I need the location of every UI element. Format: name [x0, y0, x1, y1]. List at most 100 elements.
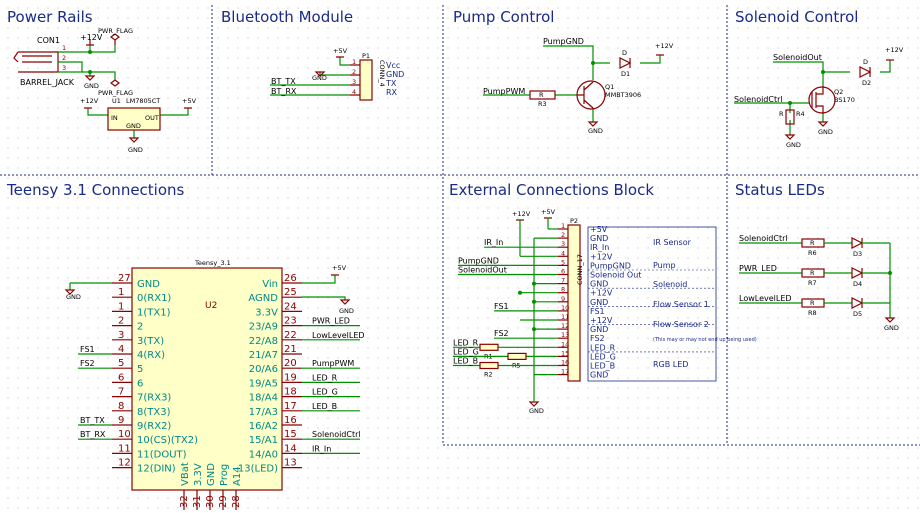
- teensy-right-pin-number: 13: [284, 458, 297, 469]
- p2-pin-label: FS2: [590, 334, 605, 343]
- teensy-right-pin-number: 24: [284, 301, 297, 312]
- d1-ref: D1: [621, 70, 630, 78]
- gnd-pump: GND: [588, 127, 603, 135]
- p2-pin-label: GND: [590, 298, 608, 307]
- p2-pin-label: LED_G: [590, 352, 616, 361]
- p2-pin-label: GND: [590, 325, 608, 334]
- teensy-left-pin-number: 6: [118, 372, 124, 383]
- ext-led-resistor: [479, 343, 499, 351]
- teensy-left-net-label: FS2: [80, 359, 95, 368]
- status-resistor-ref: R7: [808, 279, 817, 287]
- teensy-right-pin-number: 21: [284, 344, 297, 355]
- status-led-icon: [851, 237, 864, 249]
- status-net-label: LowLevelLED: [739, 294, 792, 303]
- p1-ref: P1: [362, 52, 370, 60]
- p2-pin-label: GND: [590, 371, 608, 380]
- plus5-bt: +5V: [333, 47, 348, 55]
- teensy-right-pin-number: 19: [284, 372, 297, 383]
- p2-pin-number: 17: [561, 368, 569, 376]
- p2-pin-number: 2: [561, 231, 565, 239]
- p2-pin-number: 4: [561, 249, 565, 257]
- q1-value: MMBT3906: [605, 91, 641, 99]
- u1-value: LM7805CT: [126, 97, 160, 105]
- d2-diode-symbol: [859, 66, 872, 78]
- u1-in-label: IN: [111, 114, 118, 122]
- r3-value: R: [539, 91, 544, 99]
- teensy-bottom-pin-name: GND: [206, 463, 217, 486]
- ext-net-label: IR_In: [484, 238, 503, 247]
- u1-gnd-label: GND: [126, 122, 141, 130]
- p2-conn: CONN_17: [576, 254, 584, 285]
- teensy-right-net-label: PWR_LED: [312, 317, 350, 326]
- group-ir-sensor: IR Sensor: [653, 238, 692, 247]
- teensy-left-pin-number: 1: [118, 287, 124, 298]
- p2-pin-label: IR_In: [590, 243, 609, 252]
- teensy-right-pin-name: 13(LED): [238, 464, 278, 475]
- u1-ref: U1: [112, 97, 121, 105]
- gnd-teensy-1: GND: [66, 293, 81, 301]
- plus12-solenoid: +12V: [885, 46, 904, 54]
- bt-label-tx: TX: [385, 79, 397, 88]
- teensy-left-pin-name: 4(RX): [137, 350, 165, 361]
- teensy-right-net-label: LED_G: [312, 388, 338, 397]
- p2-pin-number: 8: [561, 286, 565, 294]
- bt-label-gnd: GND: [386, 70, 404, 79]
- p2-pin-number: 7: [561, 277, 565, 285]
- p2-pin-number: 12: [561, 322, 569, 330]
- title-bluetooth: Bluetooth Module: [221, 8, 353, 26]
- status-led-icon: [851, 267, 864, 279]
- ext-junction: [532, 281, 536, 286]
- net-solenoidctrl: SolenoidCtrl: [734, 95, 783, 104]
- ext-junction: [532, 327, 536, 332]
- teensy-right-net-label: SolenoidCtrl: [312, 430, 361, 439]
- ext-junction: [518, 290, 522, 295]
- p2-pin-label: GND: [590, 234, 608, 243]
- p2-pin-label: GND: [590, 280, 608, 289]
- teensy-block: Teensy_3.1 U2 GND +5V GND 27GND10(RX1)11…: [64, 259, 365, 510]
- teensy-left-pin-number: 5: [118, 358, 124, 369]
- teensy-bottom-pin-name: A14: [232, 466, 243, 486]
- d1-value: D: [622, 49, 627, 57]
- p1-conn: CONN_4: [378, 60, 386, 87]
- p2-ref: P2: [570, 217, 578, 225]
- ext-net-label: SolenoidOut: [458, 266, 507, 275]
- status-net-label: PWR_LED: [739, 264, 777, 273]
- con1-ref: CON1: [37, 36, 60, 45]
- status-resistor-value: R: [810, 239, 815, 247]
- d1-diode-symbol: [619, 57, 632, 69]
- p2-pin-label: LED_B: [590, 362, 615, 371]
- teensy-left-pin-name: 10(CS)(TX2): [137, 435, 198, 446]
- p2-pin-label: +12V: [590, 252, 613, 261]
- solenoid-block: SolenoidOut D D2 +12V Q2 BS170 R4 R Sole…: [734, 46, 904, 149]
- teensy-right-net-label: LowLevelLED: [312, 331, 365, 340]
- external-block: P2 CONN_17 +12V +5V GND IR Sensor Pump S…: [453, 208, 757, 415]
- net-pumpgnd: PumpGND: [543, 37, 584, 46]
- gnd-solenoid-2: GND: [818, 128, 833, 136]
- teensy-right-pin-number: 17: [284, 401, 297, 412]
- plus5-u1: +5V: [182, 97, 197, 105]
- teensy-left-pin-name: 12(DIN): [137, 464, 176, 475]
- teensy-left-pin-number: 3: [118, 330, 124, 341]
- title-external: External Connections Block: [449, 181, 654, 199]
- teensy-left-pin-name: 8(TX3): [137, 407, 171, 418]
- p2-pin-label: LED_R: [590, 343, 616, 352]
- ext-net-label: FS1: [494, 302, 509, 311]
- teensy-left-pin-number: 27: [118, 273, 131, 284]
- teensy-left-pin-number: 10: [118, 429, 131, 440]
- teensy-right-pin-number: 15: [284, 429, 297, 440]
- d2-ref: D2: [862, 79, 871, 87]
- gnd-teensy-2: GND: [339, 307, 354, 315]
- teensy-right-pin-number: 16: [284, 415, 297, 426]
- teensy-right-pin-name: 21/A7: [249, 350, 278, 361]
- ext-led-resistor-ref: R2: [484, 371, 493, 379]
- d2-value: D: [863, 58, 868, 66]
- pump-block: PumpGND D D1 +12V Q1 MMBT3906 R R3 PumpP…: [483, 37, 674, 135]
- teensy-left-pin-name: 9(RX2): [137, 421, 171, 432]
- teensy-right-pin-name: 20/A6: [249, 364, 278, 375]
- bluetooth-block: P1 CONN_4 +5V GND BT_TX BT_RX 1 2 3 4 Vc…: [270, 47, 404, 101]
- ext-net-label: PumpGND: [458, 256, 499, 265]
- status-net-label: SolenoidCtrl: [739, 234, 788, 243]
- q1-ref: Q1: [605, 83, 614, 91]
- r4-ref: R4: [796, 110, 805, 118]
- plus12-u1: +12V: [80, 97, 99, 105]
